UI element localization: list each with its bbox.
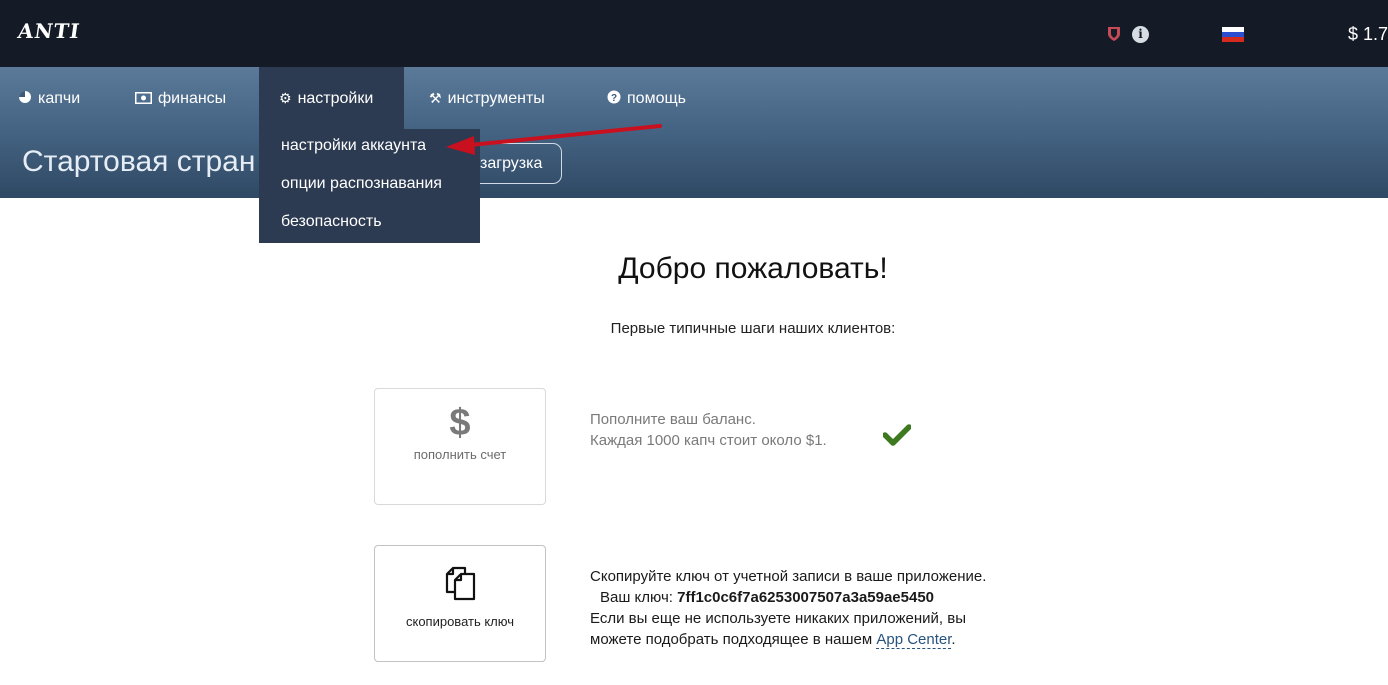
info-icon[interactable]: i bbox=[1132, 26, 1149, 43]
settings-dropdown: настройки аккаунта опции распознавания б… bbox=[259, 129, 480, 243]
nav-item-help[interactable]: ? помощь bbox=[607, 67, 686, 129]
top-up-label: пополнить счет bbox=[413, 447, 507, 462]
step-2-line4: можете подобрать подходящее в нашем App … bbox=[590, 629, 986, 650]
api-key-row: Ваш ключ: 7ff1c0c6f7a6253007507a3a59ae54… bbox=[590, 587, 986, 608]
step-2-text: Скопируйте ключ от учетной записи в ваше… bbox=[590, 566, 986, 650]
pie-chart-icon bbox=[18, 67, 32, 129]
welcome-title: Добро пожаловать! bbox=[618, 252, 888, 285]
page-title: Стартовая стран bbox=[22, 145, 256, 178]
step-1-line2: Каждая 1000 капч стоит около $1. bbox=[590, 432, 827, 449]
tools-icon: ⚒ bbox=[429, 90, 442, 106]
nav-item-label: инструменты bbox=[447, 90, 545, 107]
top-up-card[interactable]: $ пополнить счет bbox=[374, 388, 546, 505]
logo[interactable]: ANTI bbox=[16, 19, 81, 43]
nav-item-label: финансы bbox=[158, 90, 227, 107]
api-key-label: Ваш ключ: bbox=[600, 589, 673, 606]
balance-text[interactable]: $ 1.7 bbox=[1348, 24, 1388, 45]
step-1-text: Пополните ваш баланс. Каждая 1000 капч с… bbox=[590, 409, 827, 451]
svg-text:?: ? bbox=[611, 93, 617, 104]
step-2-line4-suffix: . bbox=[951, 631, 956, 648]
nav-item-finances[interactable]: финансы bbox=[135, 67, 226, 129]
app-center-link[interactable]: App Center bbox=[876, 631, 952, 649]
banknote-icon bbox=[135, 67, 152, 129]
check-icon bbox=[883, 424, 911, 446]
step-2-line1: Скопируйте ключ от учетной записи в ваше… bbox=[590, 568, 987, 585]
dropdown-item-security[interactable]: безопасность bbox=[281, 213, 382, 231]
step-2-line3: Если вы еще не используете никаких прило… bbox=[590, 610, 966, 627]
gear-icon: ⚙ bbox=[279, 90, 292, 106]
shield-icon[interactable] bbox=[1107, 26, 1121, 42]
question-icon: ? bbox=[607, 67, 621, 129]
copy-key-card[interactable]: скопировать ключ bbox=[374, 545, 546, 662]
nav-item-label: настройки bbox=[297, 90, 374, 107]
copy-icon bbox=[445, 566, 476, 601]
nav-item-captcha[interactable]: капчи bbox=[18, 67, 80, 129]
dollar-icon: $ bbox=[449, 402, 471, 444]
welcome-subtitle: Первые типичные шаги наших клиентов: bbox=[610, 320, 896, 337]
nav-item-settings[interactable]: ⚙ настройки bbox=[259, 67, 404, 129]
copy-key-label: скопировать ключ bbox=[405, 614, 515, 629]
nav-item-label: капчи bbox=[38, 90, 81, 107]
dropdown-item-account-settings[interactable]: настройки аккаунта bbox=[281, 137, 426, 155]
step-1-line1: Пополните ваш баланс. bbox=[590, 411, 756, 428]
api-key-value[interactable]: 7ff1c0c6f7a6253007507a3a59ae5450 bbox=[677, 589, 934, 606]
nav-item-tools[interactable]: ⚒ инструменты bbox=[429, 67, 545, 129]
step-2-line4-prefix: можете подобрать подходящее в нашем bbox=[590, 631, 873, 648]
russia-flag-icon[interactable] bbox=[1222, 27, 1244, 42]
dropdown-item-recognition-options[interactable]: опции распознавания bbox=[281, 175, 442, 193]
top-bar: ANTI i $ 1.7 bbox=[0, 0, 1388, 67]
nav-item-label: помощь bbox=[627, 90, 686, 107]
